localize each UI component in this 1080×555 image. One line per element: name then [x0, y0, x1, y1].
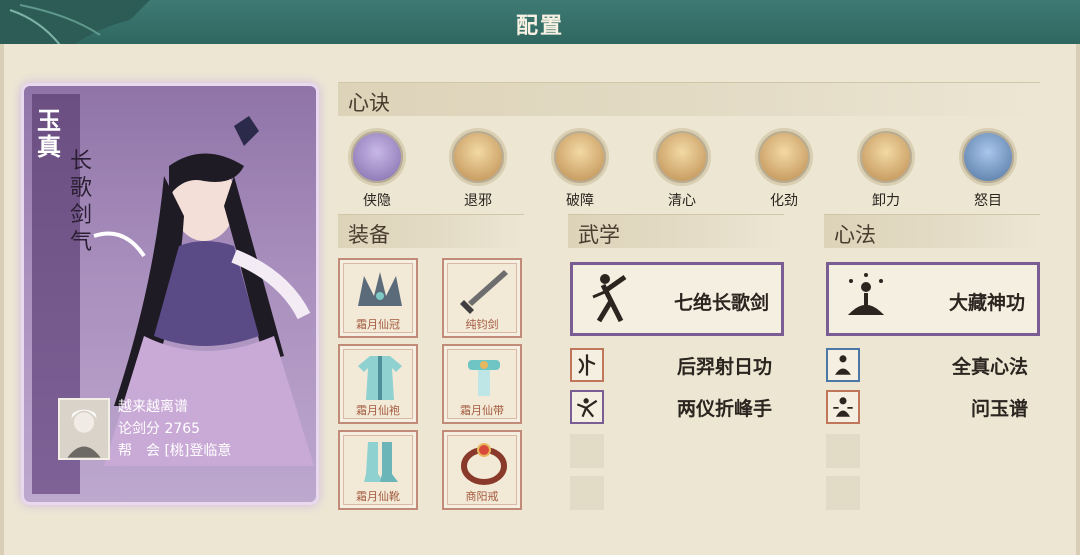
sword-icon [460, 270, 508, 314]
sage-icon [826, 348, 860, 382]
equip-slot-feet[interactable]: 霜月仙靴 [338, 430, 418, 510]
character-card[interactable]: 玉真 长歌剑气 越来越离谱 论剑分 2765 帮 会 [桃]登临意 [24, 86, 316, 502]
eye-icon [959, 128, 1017, 186]
skill-tuixie[interactable]: 退邪 [443, 128, 513, 218]
wuxue-main-name: 七绝长歌剑 [673, 292, 769, 314]
boots-icon [364, 442, 398, 482]
section-equipment-title: 装备 [348, 223, 390, 247]
cloud-icon [348, 128, 406, 186]
wuxue-secondary-name: 后羿射日功 [676, 356, 772, 378]
xinfa-secondary-name: 全真心法 [951, 356, 1028, 378]
wuxue-main-slot[interactable]: 七绝长歌剑 [570, 262, 784, 336]
meditation-icon [847, 273, 885, 315]
player-avatar[interactable] [58, 398, 110, 460]
skill-numu[interactable]: 怒目 [953, 128, 1023, 218]
xinfa-secondary-row-1[interactable]: 全真心法 [826, 348, 1040, 382]
wuxue-empty-slot[interactable] [570, 476, 604, 510]
skill-label: 化劲 [770, 193, 798, 209]
skill-pozhang[interactable]: 破障 [545, 128, 615, 218]
xinfa-main-name: 大藏神功 [948, 292, 1025, 314]
equip-slot-weapon[interactable]: 纯钧剑 [442, 258, 522, 338]
skill-label: 怒目 [974, 193, 1002, 209]
equip-slot-body[interactable]: 霜月仙袍 [338, 344, 418, 424]
skill-xieli[interactable]: 卸力 [851, 128, 921, 218]
section-wuxue-title: 武学 [578, 223, 620, 247]
player-info: 越来越离谱 论剑分 2765 帮 会 [桃]登临意 [58, 396, 308, 466]
swordsman-icon [592, 274, 627, 323]
skill-huajin[interactable]: 化劲 [749, 128, 819, 218]
skill-label: 退邪 [464, 193, 492, 209]
swirl-icon [857, 128, 915, 186]
skill-xiayin[interactable]: 侠隐 [342, 128, 412, 218]
score-value: 2765 [164, 421, 201, 437]
xinfa-secondary-name: 问玉谱 [970, 398, 1028, 420]
skill-label: 侠隐 [363, 193, 391, 209]
equip-label: 霜月仙靴 [356, 490, 400, 503]
top-banner: 配置 [0, 0, 1080, 46]
wuxue-empty-slot[interactable] [570, 434, 604, 468]
equip-label: 霜月仙袍 [356, 404, 400, 417]
section-xinjue-title: 心诀 [348, 91, 390, 115]
section-xinfa-title: 心法 [834, 223, 876, 247]
pillar-icon [449, 128, 507, 186]
section-xinfa: 心法 [824, 214, 1040, 248]
wuxue-secondary-row-2[interactable]: 两仪折峰手 [570, 390, 784, 424]
xinfa-main-slot[interactable]: 大藏神功 [826, 262, 1040, 336]
xinfa-empty-slot[interactable] [826, 434, 860, 468]
equip-label: 霜月仙带 [460, 404, 504, 417]
page-title: 配置 [515, 14, 564, 39]
xinfa-secondary-row-2[interactable]: 问玉谱 [826, 390, 1040, 424]
section-xinjue: 心诀 [338, 82, 1040, 116]
fist-icon [551, 128, 609, 186]
score-label: 论剑分 [118, 421, 160, 437]
archer-icon [570, 348, 604, 382]
robe-icon [358, 356, 402, 400]
equip-slot-belt[interactable]: 霜月仙带 [442, 344, 522, 424]
fighter-icon [570, 390, 604, 424]
skill-label: 清心 [668, 193, 696, 209]
crown-icon [358, 272, 402, 306]
character-name: 玉真 [37, 106, 61, 161]
equip-slot-head[interactable]: 霜月仙冠 [338, 258, 418, 338]
xinfa-empty-slot[interactable] [826, 476, 860, 510]
equip-label: 纯钧剑 [465, 318, 499, 331]
slash-icon [755, 128, 813, 186]
monk-icon [826, 390, 860, 424]
belt-icon [468, 360, 500, 396]
section-wuxue: 武学 [568, 214, 784, 248]
wuxue-secondary-name: 两仪折峰手 [676, 398, 772, 420]
guild-name: [桃]登临意 [164, 443, 232, 459]
score-row: 论剑分 2765 [118, 418, 200, 438]
skill-label: 卸力 [872, 193, 900, 209]
equip-label: 霜月仙冠 [356, 318, 400, 331]
skill-qingxin[interactable]: 清心 [647, 128, 717, 218]
wuxue-secondary-row-1[interactable]: 后羿射日功 [570, 348, 784, 382]
section-equipment: 装备 [338, 214, 524, 248]
player-name: 越来越离谱 [118, 399, 188, 415]
guild-label: 帮 会 [118, 443, 160, 459]
guild-row: 帮 会 [桃]登临意 [118, 440, 231, 460]
equip-label: 商阳戒 [465, 490, 499, 503]
skill-label: 破障 [566, 193, 594, 209]
lotus-icon [653, 128, 711, 186]
equip-slot-ring[interactable]: 商阳戒 [442, 430, 522, 510]
ring-icon [461, 443, 507, 485]
